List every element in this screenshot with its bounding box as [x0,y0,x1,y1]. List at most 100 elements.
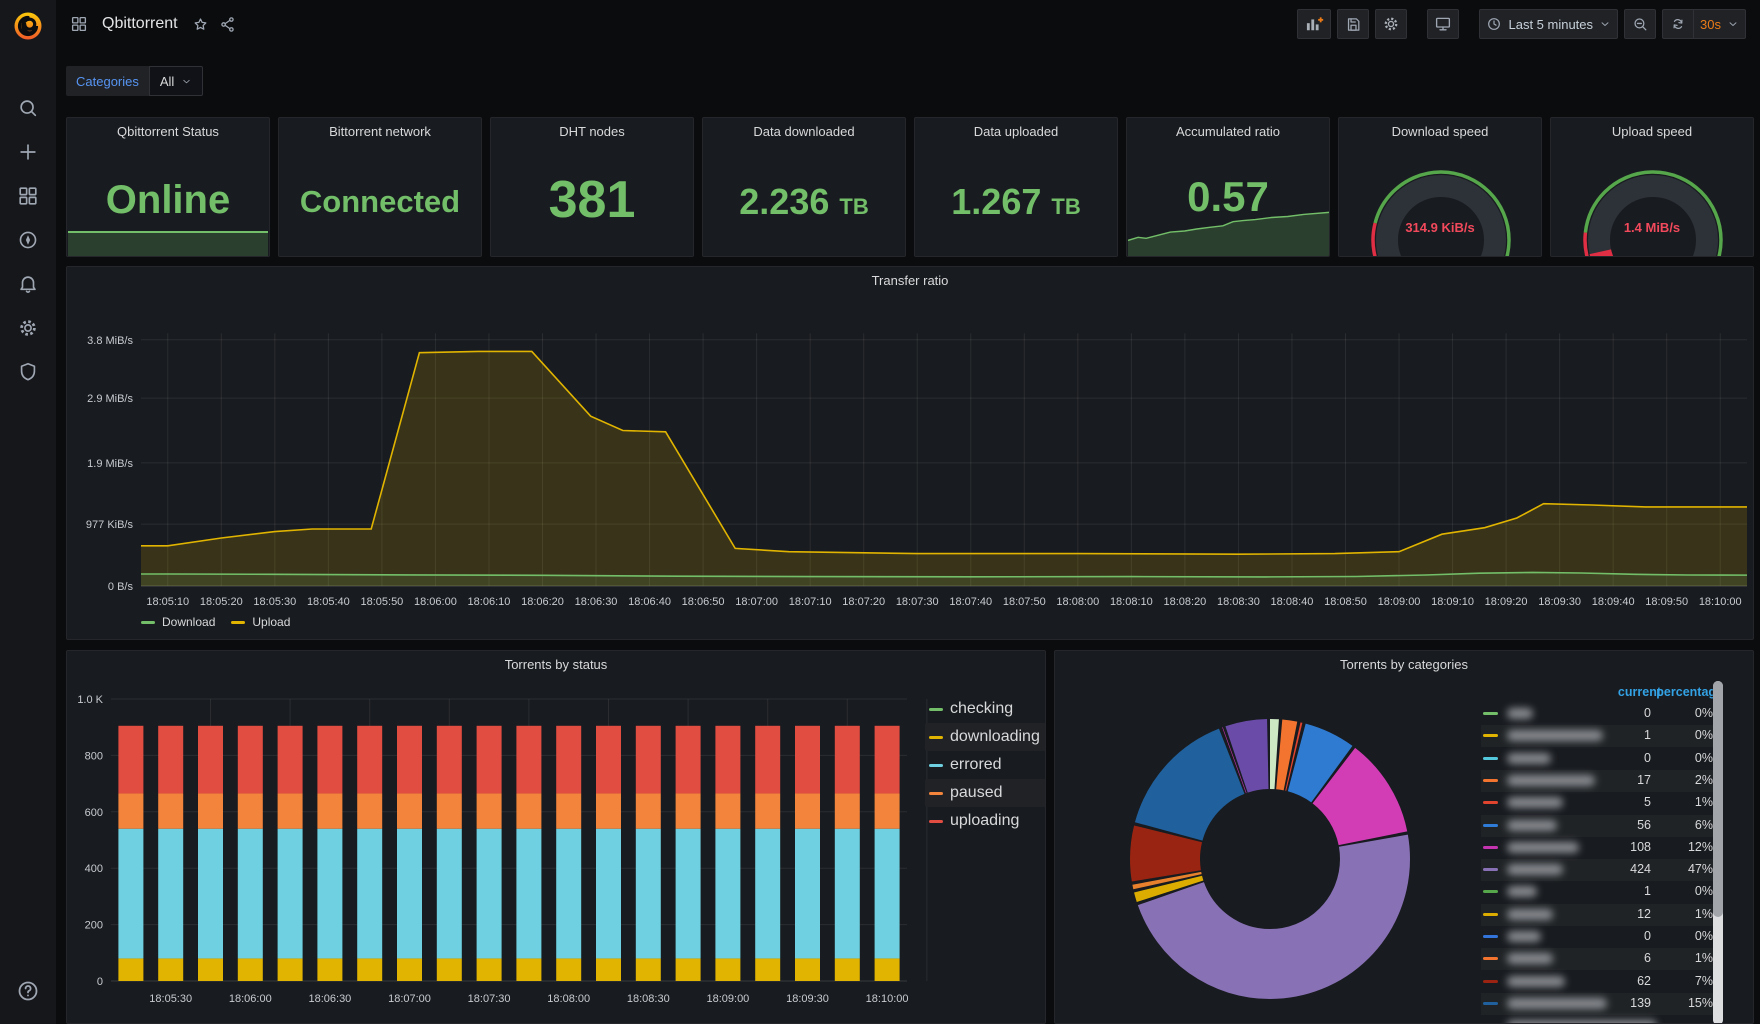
svg-text:18:08:10: 18:08:10 [1110,596,1153,608]
refresh-interval-picker[interactable]: 30s [1694,9,1746,39]
svg-text:18:06:00: 18:06:00 [229,993,272,1005]
panel-title[interactable]: Upload speed [1551,118,1753,144]
sidebar-item-help[interactable] [11,975,45,1006]
category-color-dash [1483,935,1498,938]
variable-value: All [159,73,175,89]
legend-dash [929,735,943,739]
svg-text:18:08:40: 18:08:40 [1271,596,1314,608]
variable-label-categories[interactable]: Categories [66,66,149,96]
panel-title[interactable]: Bittorrent network [279,118,481,144]
legend-item-paused[interactable]: paused [925,779,1045,807]
panel-data-downloaded: Data downloaded 2.236 TB [702,117,906,257]
panel-title[interactable]: Torrents by status [67,651,1045,677]
panel-title[interactable]: Data uploaded [915,118,1117,144]
zoom-out-button[interactable] [1624,9,1657,39]
legend-item-errored[interactable]: errored [925,751,1045,779]
variable-value-dropdown[interactable]: All [148,66,204,96]
panel-title[interactable]: Download speed [1339,118,1541,144]
star-icon[interactable] [192,16,209,33]
chevron-down-icon [183,79,190,83]
panel-title[interactable]: DHT nodes [491,118,693,144]
panel-accumulated-ratio: Accumulated ratio 0.57 [1126,117,1330,257]
table-row: 424 47% [1481,859,1713,881]
panel-title[interactable]: Qbittorrent Status [67,118,269,144]
svg-text:977 KiB/s: 977 KiB/s [86,519,134,531]
svg-text:18:09:50: 18:09:50 [1645,596,1688,608]
dashboard-title[interactable]: Qbittorrent [102,15,178,33]
dashboards-grid-icon [19,186,37,205]
save-dashboard-button[interactable] [1337,9,1370,39]
stat-unit: TB [1051,194,1081,219]
legend-dash [231,620,246,624]
table-row: 12 1% [1481,904,1713,926]
table-row-partial [1481,1015,1713,1023]
category-label-blurred [1507,931,1541,942]
svg-text:18:05:40: 18:05:40 [307,596,350,608]
category-label-blurred [1507,819,1557,831]
legend-item-upload[interactable]: Upload [231,615,290,629]
category-percentage-value: 2% [1694,772,1713,787]
gauge-value: 314.9 KiB/s [1405,220,1475,235]
sidebar-item-server-admin[interactable] [11,356,45,387]
category-percentage-value: 1% [1694,906,1713,921]
dashboard-settings-button[interactable] [1375,9,1408,39]
share-icon[interactable] [219,16,236,33]
dashboard-grid-icon[interactable] [70,15,88,33]
panel-bittorrent-network: Bittorrent network Connected [278,117,482,257]
category-label-blurred [1507,908,1553,920]
grafana-logo[interactable] [0,0,56,52]
category-label-blurred [1507,841,1579,853]
time-range-picker[interactable]: Last 5 minutes [1479,9,1619,39]
legend-item-download[interactable]: Download [141,615,215,629]
table-row: 0 0% [1481,748,1713,770]
save-icon [1347,17,1360,31]
legend-item-uploading[interactable]: uploading [925,807,1045,835]
panel-title[interactable]: Torrents by categories [1055,651,1753,677]
category-color-dash [1483,1001,1498,1005]
svg-text:600: 600 [85,807,103,819]
cycle-view-mode-button[interactable] [1427,9,1460,39]
time-range-label: Last 5 minutes [1508,16,1594,32]
category-current-value: 6 [1644,951,1651,966]
category-percentage-value: 0% [1694,750,1713,765]
category-percentage-value: 0% [1694,884,1713,899]
category-current-value: 0 [1644,929,1651,943]
table-scrollbar[interactable] [1713,681,1723,1023]
sidebar-item-search[interactable] [11,92,45,123]
svg-text:0: 0 [97,976,103,988]
gear-icon [20,319,36,336]
sidebar-item-create[interactable] [11,136,45,167]
category-label-blurred [1507,708,1533,719]
legend-item-downloading[interactable]: downloading [925,723,1045,751]
category-color-dash [1483,823,1498,827]
chevron-down-icon [1601,22,1609,26]
sidebar-item-configuration[interactable] [11,312,45,343]
svg-text:18:09:30: 18:09:30 [786,993,829,1005]
svg-text:1.0 K: 1.0 K [77,694,103,706]
categories-table: current percentage 0 0% 1 0% 0 0% 17 2% … [1481,681,1723,1023]
svg-text:18:06:10: 18:06:10 [468,596,511,608]
template-variable-row: Categories All [66,66,204,96]
panel-title[interactable]: Transfer ratio [67,267,1753,293]
table-header-percentage[interactable]: percentage [1645,685,1723,699]
category-current-value: 0 [1644,706,1651,720]
panel-title[interactable]: Accumulated ratio [1127,118,1329,144]
transfer-ratio-chart: 3.8 MiB/s 2.9 MiB/s 1.9 MiB/s 977 KiB/s 0 B/… [86,333,1748,608]
stat-value: 381 [548,171,636,229]
panel-title[interactable]: Data downloaded [703,118,905,144]
svg-text:18:06:30: 18:06:30 [308,993,351,1005]
category-percentage-value: 15% [1687,995,1713,1010]
sidebar-item-explore[interactable] [11,224,45,255]
category-color-dash [1483,756,1498,760]
legend-item-checking[interactable]: checking [925,695,1045,723]
category-current-value: 5 [1644,795,1651,810]
svg-text:18:07:40: 18:07:40 [949,596,992,608]
sidebar-item-alerting[interactable] [11,268,45,299]
refresh-button[interactable] [1662,9,1695,39]
panel-download-speed: Download speed 314.9 KiB/s [1338,117,1542,257]
panel-transfer-ratio: Transfer ratio 3.8 MiB/s 2.9 MiB/s 1.9 MiB… [66,266,1754,640]
add-panel-button[interactable] [1297,9,1332,39]
sidebar-item-dashboards[interactable] [11,180,45,211]
refresh-interval-label: 30s [1700,16,1721,32]
svg-text:18:07:20: 18:07:20 [842,596,885,608]
